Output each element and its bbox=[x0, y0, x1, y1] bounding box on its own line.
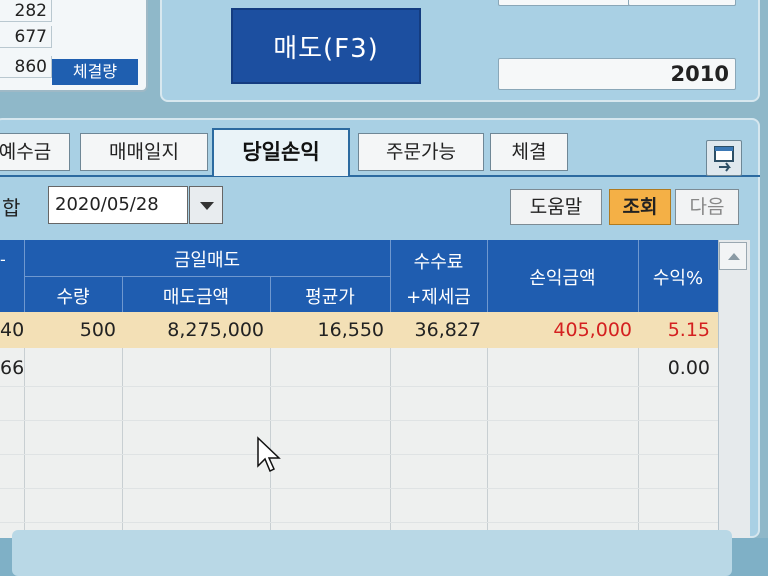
header-partial-left: - bbox=[0, 250, 6, 269]
top-field-upper-right[interactable] bbox=[628, 0, 736, 6]
chevron-down-icon bbox=[200, 202, 214, 210]
grid-vline bbox=[638, 348, 639, 538]
vertical-scrollbar[interactable] bbox=[718, 240, 750, 538]
query-button[interactable]: 조회 bbox=[609, 189, 671, 225]
date-field[interactable]: 2020/05/28 bbox=[48, 186, 188, 224]
scroll-up-button[interactable] bbox=[719, 242, 747, 270]
qty-value-1: 282 bbox=[0, 0, 52, 22]
row1-avg-price: 16,550 bbox=[317, 319, 384, 341]
tab-orderable[interactable]: 주문가능 bbox=[358, 133, 484, 171]
chevron-up-icon bbox=[728, 253, 740, 260]
row1-pl-amount: 405,000 bbox=[553, 319, 632, 341]
grid-hline bbox=[0, 420, 718, 421]
grid-hline bbox=[0, 522, 718, 523]
header-pl-amount: 손익금액 bbox=[529, 268, 596, 289]
grid-hline bbox=[0, 386, 718, 387]
header-avg-price: 평균가 bbox=[305, 287, 355, 308]
bottom-panel bbox=[12, 530, 732, 576]
grid-hline bbox=[0, 454, 718, 455]
grid-vline bbox=[122, 348, 123, 538]
row1-qty: 500 bbox=[79, 319, 116, 341]
tab-daily-pl[interactable]: 당일손익 bbox=[212, 128, 350, 176]
row1-sell-amount: 8,275,000 bbox=[167, 319, 264, 341]
row1-fee-tax: 36,827 bbox=[414, 319, 481, 341]
row1-return: 5.15 bbox=[667, 319, 710, 341]
sell-button[interactable]: 매도(F3) bbox=[231, 8, 421, 84]
header-qty: 수량 bbox=[56, 287, 90, 308]
mouse-cursor-icon bbox=[257, 436, 281, 473]
next-button[interactable]: 다음 bbox=[675, 189, 739, 225]
header-sell-amount: 매도금액 bbox=[162, 287, 230, 308]
grid-vline bbox=[390, 348, 391, 538]
grid-vline bbox=[487, 348, 488, 538]
header-divider bbox=[24, 276, 390, 277]
date-dropdown-button[interactable] bbox=[189, 186, 223, 224]
header-today-sell: 금일매도 bbox=[173, 250, 241, 271]
header-fee-line1: 수수료 bbox=[413, 252, 464, 273]
tab-executions[interactable]: 체결 bbox=[490, 133, 568, 171]
grid-hline bbox=[0, 488, 718, 489]
grid-vline bbox=[24, 348, 25, 538]
row1-partial: 40 bbox=[0, 319, 25, 341]
help-button[interactable]: 도움말 bbox=[510, 189, 602, 225]
qty-value-3: 860 bbox=[0, 56, 52, 78]
window-icon[interactable] bbox=[706, 140, 742, 176]
qty-value-2: 677 bbox=[0, 26, 52, 48]
quantity-field[interactable]: 2010 bbox=[498, 58, 736, 90]
header-fee-line2: +제세금 bbox=[406, 287, 471, 308]
header-return: 수익% bbox=[652, 268, 704, 289]
row2-return: 0.00 bbox=[667, 357, 710, 379]
tab-underline bbox=[0, 175, 760, 177]
tab-trade-journal[interactable]: 매매일지 bbox=[80, 133, 208, 171]
exec-qty-header: 체결량 bbox=[52, 59, 138, 85]
tab-deposit[interactable]: 예수금 bbox=[0, 133, 70, 171]
row2-partial: 66 bbox=[0, 357, 25, 379]
sum-label: 합 bbox=[2, 196, 21, 220]
